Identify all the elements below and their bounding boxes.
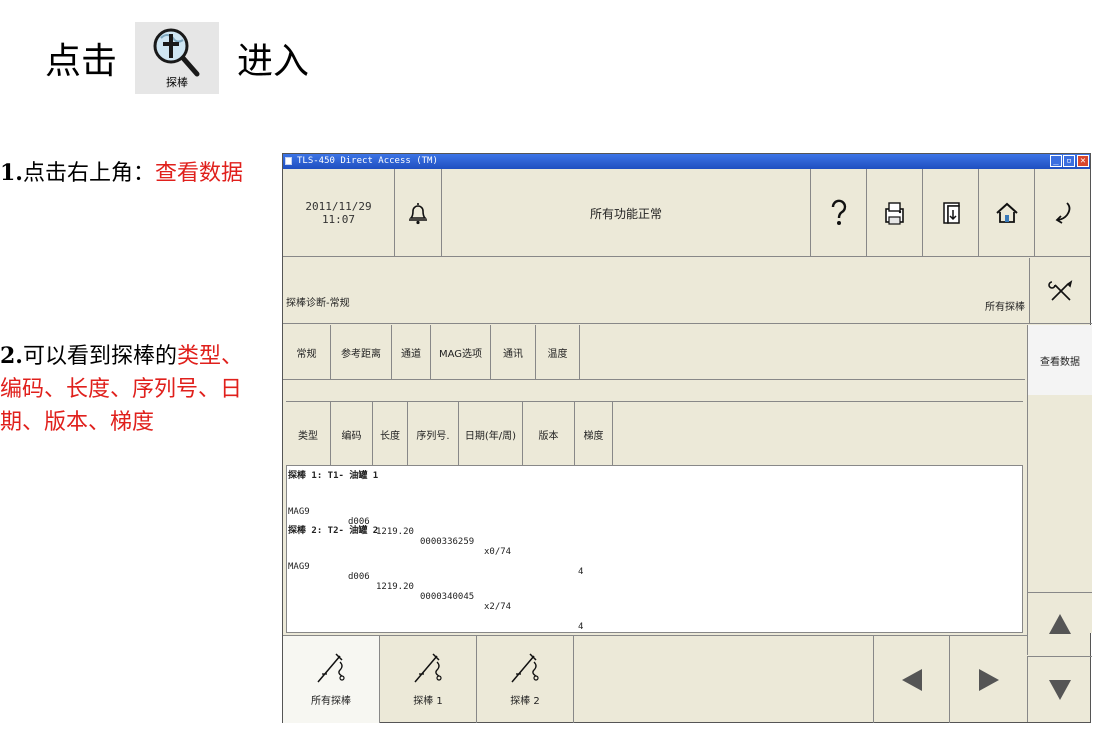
cell-serial: 0000336259 xyxy=(420,537,475,547)
tools-button[interactable] xyxy=(1029,258,1092,324)
cell-code: d006 xyxy=(348,572,370,582)
probe-data-list: 探棒 1: T1- 油罐 1 MAG9 d006 1219.20 0000336… xyxy=(286,465,1023,633)
tab-general[interactable]: 常规 xyxy=(283,325,331,380)
cell-date: x2/74 xyxy=(484,602,512,612)
heading-enter-text: 进入 xyxy=(237,41,310,82)
col-tab-serial[interactable]: 序列号. xyxy=(408,402,459,466)
page-header: 探棒诊断-常规 所有探棒 xyxy=(283,258,1029,324)
cell-gradient: 4 xyxy=(578,622,584,632)
step-1-number: 1. xyxy=(0,160,23,186)
tab-communication[interactable]: 通讯 xyxy=(491,325,536,380)
group-header-probe-1: 探棒 1: T1- 油罐 1 xyxy=(288,471,379,481)
close-button[interactable]: ✕ xyxy=(1077,155,1089,167)
tab-reference-distance[interactable]: 参考距离 xyxy=(331,325,392,380)
tab-temperature[interactable]: 温度 xyxy=(536,325,580,380)
view-data-button[interactable]: 查看数据 xyxy=(1027,325,1092,395)
probe-launch-caption: 探棒 xyxy=(166,76,189,89)
tab-channel[interactable]: 通道 xyxy=(392,325,431,380)
probe-filter-label: 所有探棒 xyxy=(985,302,1025,313)
help-button[interactable] xyxy=(811,169,867,257)
window-title: TLS-450 Direct Access (TM) xyxy=(297,156,438,166)
tools-icon xyxy=(1048,279,1073,301)
report-button[interactable] xyxy=(923,169,979,257)
step-1-highlight: 查看数据 xyxy=(154,161,243,186)
probe-tab-1[interactable]: 探棒 1 xyxy=(380,636,477,723)
step-2: 2.可以看到探棒的类型、编码、长度、序列号、日期、版本、梯度 xyxy=(0,340,250,439)
cell-length: 1219.20 xyxy=(376,527,414,537)
probe-tab-label: 探棒 1 xyxy=(413,696,443,707)
bell-icon xyxy=(409,203,427,225)
probe-tab-label: 探棒 2 xyxy=(510,696,540,707)
system-status: 所有功能正常 xyxy=(442,169,811,257)
heading-click-text: 点击 xyxy=(45,41,118,82)
window-system-icon xyxy=(285,157,292,165)
back-arrow-icon xyxy=(1055,202,1070,224)
triangle-right-icon xyxy=(978,668,999,691)
cell-type: MAG9 xyxy=(288,507,310,517)
cell-serial: 0000340045 xyxy=(420,592,475,602)
data-column-tabs: 类型 编码 长度 序列号. 日期(年/周) 版本 梯度 xyxy=(286,401,1023,466)
previous-button[interactable] xyxy=(873,636,950,723)
probe-icon xyxy=(511,653,539,683)
step-1-text: 点击右上角： xyxy=(22,161,155,186)
scroll-down-button[interactable] xyxy=(1027,656,1092,722)
window-titlebar: TLS-450 Direct Access (TM) _ ▫ ✕ xyxy=(283,154,1090,169)
col-tab-type[interactable]: 类型 xyxy=(286,402,331,466)
section-tabs: 常规 参考距离 通道 MAG选项 通讯 温度 xyxy=(283,325,1025,380)
cell-length: 1219.20 xyxy=(376,582,414,592)
cell-type: MAG9 xyxy=(288,562,310,572)
triangle-down-icon xyxy=(1049,679,1071,700)
printer-icon xyxy=(884,202,904,225)
home-button[interactable] xyxy=(979,169,1035,257)
probe-selector-bar: 所有探棒 探棒 1 探棒 2 xyxy=(283,635,1027,723)
top-toolbar: 2011/11/29 11:07 所有功能正常 xyxy=(283,169,1090,257)
col-tab-version[interactable]: 版本 xyxy=(523,402,575,466)
instruction-heading: 点击 探棒 进入 xyxy=(45,22,309,94)
tab-mag-options[interactable]: MAG选项 xyxy=(431,325,491,380)
triangle-up-icon xyxy=(1049,614,1071,634)
col-tab-date[interactable]: 日期(年/周) xyxy=(459,402,523,466)
triangle-left-icon xyxy=(901,668,922,691)
back-button[interactable] xyxy=(1035,169,1092,257)
breadcrumb: 探棒诊断-常规 xyxy=(286,298,350,309)
step-2-text: 可以看到探棒的 xyxy=(22,344,177,369)
group-header-probe-2: 探棒 2: T2- 油罐 2 xyxy=(288,526,379,536)
date-text: 2011/11/29 xyxy=(305,200,372,213)
probe-launch-button[interactable]: 探棒 xyxy=(135,22,220,94)
datetime-display: 2011/11/29 11:07 xyxy=(283,169,395,257)
probe-tab-label: 所有探棒 xyxy=(311,696,351,707)
maximize-button[interactable]: ▫ xyxy=(1063,155,1075,167)
probe-icon xyxy=(414,653,442,683)
tls-window: TLS-450 Direct Access (TM) _ ▫ ✕ 2011/11… xyxy=(282,153,1092,723)
step-2-number: 2. xyxy=(0,343,23,369)
cell-gradient: 4 xyxy=(578,567,584,577)
probe-icon xyxy=(317,653,345,683)
table-row: MAG9 d006 1219.20 0000340045 x2/74 4 xyxy=(288,552,608,632)
question-icon xyxy=(831,199,846,225)
probe-magnifier-icon xyxy=(153,28,200,77)
col-tab-gradient[interactable]: 梯度 xyxy=(575,402,613,466)
print-button[interactable] xyxy=(867,169,923,257)
alarm-button[interactable] xyxy=(395,169,442,257)
home-icon xyxy=(995,202,1018,223)
time-text: 11:07 xyxy=(321,213,356,226)
report-icon xyxy=(942,202,960,224)
step-1: 1.点击右上角：查看数据 xyxy=(0,157,250,190)
probe-tab-all[interactable]: 所有探棒 xyxy=(283,636,380,723)
table-row: MAG9 d006 1219.20 0000336259 x0/74 4 xyxy=(288,497,608,577)
probe-tab-2[interactable]: 探棒 2 xyxy=(477,636,574,723)
next-button[interactable] xyxy=(950,636,1027,723)
col-tab-length[interactable]: 长度 xyxy=(373,402,408,466)
minimize-button[interactable]: _ xyxy=(1050,155,1062,167)
scroll-up-button[interactable] xyxy=(1027,592,1092,655)
col-tab-code[interactable]: 编码 xyxy=(331,402,373,466)
